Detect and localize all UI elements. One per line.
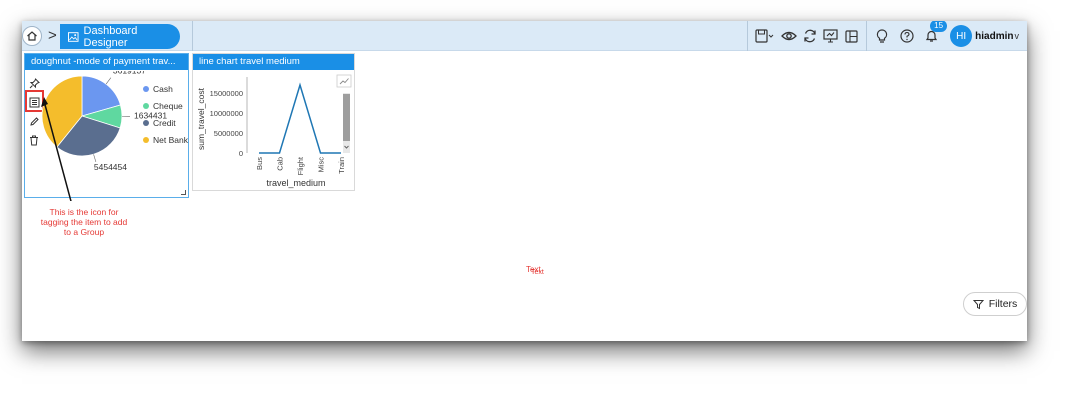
breadcrumb-dashboard-designer[interactable]: Dashboard Designer bbox=[60, 24, 180, 49]
annotation-arrow bbox=[41, 97, 72, 201]
help-icon bbox=[900, 29, 914, 43]
ideas-button[interactable] bbox=[871, 26, 892, 46]
x-tick-label: Train bbox=[337, 157, 346, 174]
help-button[interactable] bbox=[896, 26, 917, 46]
legend-marker bbox=[143, 120, 149, 126]
widget-title[interactable]: line chart travel medium bbox=[193, 54, 354, 70]
x-tick-label: Cab bbox=[276, 157, 285, 171]
breadcrumb-label: Dashboard Designer bbox=[83, 24, 138, 49]
eye-icon bbox=[780, 31, 797, 41]
legend-entry: Net Bank bbox=[153, 135, 188, 145]
legend-marker bbox=[143, 103, 149, 109]
legend-entry: Cheque bbox=[153, 101, 183, 111]
x-tick-label: Bus bbox=[255, 157, 264, 170]
y-axis-label: sum_travel_cost bbox=[196, 87, 206, 150]
username[interactable]: hiadmin bbox=[975, 31, 1013, 42]
image-icon bbox=[68, 31, 79, 42]
presentation-icon bbox=[823, 29, 838, 43]
lightbulb-icon bbox=[876, 28, 887, 43]
notifications-button[interactable]: 15 bbox=[921, 21, 948, 46]
dashboard-window: > Dashboard Designer 15 HI hiadmin v dou… bbox=[22, 21, 1027, 341]
notification-badge: 15 bbox=[930, 21, 948, 32]
layout-button[interactable] bbox=[841, 26, 862, 46]
data-label-leader bbox=[105, 77, 112, 85]
series-line bbox=[259, 82, 341, 154]
toolbar-separator bbox=[747, 21, 749, 51]
data-label-leader bbox=[93, 154, 97, 163]
home-button[interactable] bbox=[22, 26, 42, 46]
data-label: 3619137 bbox=[113, 71, 146, 76]
save-icon bbox=[755, 29, 774, 43]
avatar[interactable]: HI bbox=[950, 25, 973, 47]
toolbar-actions: 15 HI hiadmin v bbox=[743, 21, 1019, 51]
refresh-button[interactable] bbox=[799, 26, 820, 46]
legend-marker bbox=[143, 86, 149, 92]
text-marker-secondary: Text bbox=[531, 269, 544, 276]
x-tick-label: Flight bbox=[296, 156, 305, 175]
legend-marker bbox=[143, 137, 149, 143]
presentation-button[interactable] bbox=[820, 26, 841, 46]
widget-title[interactable]: doughnut -mode of payment trav... bbox=[25, 54, 188, 70]
filter-icon bbox=[972, 299, 984, 309]
save-dropdown-button[interactable] bbox=[752, 26, 778, 46]
annotation-text: This is the icon for tagging the item to… bbox=[40, 207, 128, 237]
travel-medium-widget[interactable]: line chart travel medium sum_travel_cost… bbox=[192, 53, 355, 191]
layout-icon bbox=[845, 29, 858, 43]
y-tick-label: 15000000 bbox=[210, 89, 243, 98]
preview-button[interactable] bbox=[778, 26, 799, 46]
line-chart: sum_travel_cost 15000000 10000000 5000000 0… bbox=[196, 74, 352, 188]
top-toolbar: > Dashboard Designer 15 HI hiadmin v bbox=[22, 21, 1027, 51]
y-tick-label: 10000000 bbox=[210, 109, 243, 118]
chart-scrollbar-thumb[interactable] bbox=[343, 94, 350, 141]
resize-handle[interactable] bbox=[181, 190, 186, 195]
data-label: 5454454 bbox=[94, 162, 127, 172]
refresh-icon bbox=[804, 29, 816, 43]
x-axis-label: travel_medium bbox=[266, 178, 325, 188]
y-tick-label: 5000000 bbox=[214, 129, 243, 138]
legend-entry: Cash bbox=[153, 84, 173, 94]
x-tick-label: Misc bbox=[317, 157, 326, 173]
chevron-down-icon[interactable]: v bbox=[1015, 31, 1020, 41]
toolbar-separator bbox=[866, 21, 868, 51]
filters-label: Filters bbox=[988, 298, 1018, 310]
filters-button[interactable]: Filters bbox=[963, 292, 1027, 316]
toolbar-divider bbox=[192, 21, 193, 51]
chart-type-button[interactable] bbox=[336, 74, 352, 88]
y-tick-label: 0 bbox=[239, 149, 243, 158]
legend-entry: Credit bbox=[153, 118, 176, 128]
home-icon bbox=[27, 31, 37, 41]
